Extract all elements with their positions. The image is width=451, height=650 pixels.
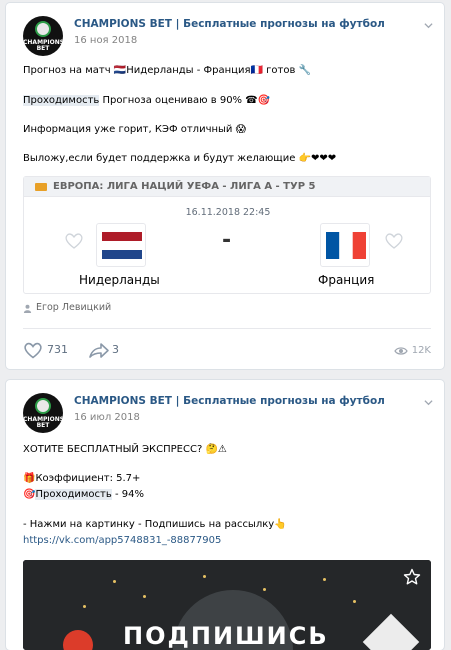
hashtag-highlight[interactable]: Проходимость [23,95,100,106]
text-segment: Прогноз на матч [23,65,114,76]
post-date[interactable]: 16 ноя 2018 [74,35,137,46]
firework-spark [203,575,206,578]
firework-spark [323,578,326,581]
ball-icon [35,21,51,37]
hashtag-highlight[interactable]: Проходимость [35,489,112,500]
post-text-line: ХОТИТЕ БЕСПЛАТНЫЙ ЭКСПРЕСС? 🤔⚠ [23,444,227,455]
user-icon [23,304,32,313]
post-text-line: 🎁Коэффициент: 5.7+ [23,473,140,484]
post-text-line: 🎯Проходимость - 94% [23,489,144,500]
firework-spark [113,580,116,583]
flag-nl-icon [102,232,142,259]
post-link[interactable]: https://vk.com/app5748831_-88877905 [23,535,221,546]
post-author-link[interactable]: CHAMPIONS BET | Бесплатные прогнозы на ф… [74,395,385,407]
target-icon: 🎯 [23,489,36,500]
signer-link[interactable]: Егор Левицкий [36,302,111,313]
text-segment: - 94% [111,489,144,500]
match-card[interactable]: ЕВРОПА: ЛИГА НАЦИЙ УЕФА - ЛИГА А - ТУР 5… [23,176,431,294]
banner-text: ПОДПИШИСЬ [123,622,329,650]
avatar[interactable]: CHAMPIONS BET [23,16,63,56]
avatar[interactable]: CHAMPIONS BET [23,393,63,433]
divider [23,328,431,329]
avatar-text: CHAMPIONS BET [23,39,63,52]
ball-icon [35,398,51,414]
score-separator: - [222,228,232,253]
chevron-down-icon[interactable] [424,21,433,30]
text-segment: ХОТИТЕ БЕСПЛАТНЫЙ ЭКСПРЕСС? [23,444,206,455]
post-image[interactable]: ПОДПИШИСЬ [23,560,431,650]
thinking-warning-icon: 🤔⚠ [205,444,227,455]
post-text-line: Информация уже горит, КЭФ отличный 😱 [23,124,246,135]
post-text-line: Выложу,если будет поддержка и будут жела… [23,153,336,164]
chevron-down-icon[interactable] [424,398,433,407]
text-segment: - Нажми на картинку - Подпишись на рассы… [23,519,275,530]
hearts-icon: 👉❤❤❤ [298,153,337,164]
text-segment: Нидерланды - Франция [126,65,251,76]
share-icon[interactable] [88,342,110,359]
post-card: CHAMPIONS BET CHAMPIONS BET | Бесплатные… [6,3,444,369]
scream-icon: 😱 [235,124,247,135]
home-flag [96,223,146,267]
text-segment: Прогноза оцениваю в 90% [99,95,246,106]
league-title: ЕВРОПА: ЛИГА НАЦИЙ УЕФА - ЛИГА А - ТУР 5 [53,181,316,192]
post-text-line: - Нажми на картинку - Подпишись на рассы… [23,519,287,530]
like-count[interactable]: 731 [47,343,68,356]
flag-fr-icon [326,232,366,259]
text-segment: Выложу,если будет поддержка и будут жела… [23,153,299,164]
eye-icon [394,347,408,355]
home-team-name: Нидерланды [79,273,160,287]
phone-target-icon: ☎🎯 [245,95,271,106]
post-card: CHAMPIONS BET CHAMPIONS BET | Бесплатные… [6,380,444,650]
text-segment: Информация уже горит, КЭФ отличный [23,124,236,135]
post-author-link[interactable]: CHAMPIONS BET | Бесплатные прогнозы на ф… [74,18,385,30]
firework-spark [143,595,146,598]
star-icon[interactable] [403,568,421,586]
post-text-line: Прогноз на матч 🇳🇱Нидерланды - Франция🇫🇷… [23,65,311,76]
firework-spark [353,600,356,603]
point-up-icon: 👆 [274,519,287,530]
away-flag [320,223,370,267]
heart-outline-icon[interactable] [384,232,404,250]
text-segment: Коэффициент: 5.7+ [35,473,141,484]
avatar-text: CHAMPIONS BET [23,416,63,429]
heart-outline-icon[interactable] [64,232,84,250]
text-segment: готов [262,65,296,76]
firework-spark [83,605,86,608]
tools-icon: 🔧 [298,65,311,76]
flag-nl-icon: 🇳🇱 [113,65,127,76]
post-date[interactable]: 16 июл 2018 [74,412,140,423]
firework-spark [263,588,266,591]
away-team-name: Франция [318,273,375,287]
views-count: 12K [411,345,431,356]
match-datetime: 16.11.2018 22:45 [185,207,271,218]
league-flag-icon [35,183,47,191]
match-card-header: ЕВРОПА: ЛИГА НАЦИЙ УЕФА - ЛИГА А - ТУР 5 [24,177,430,197]
post-text-line: Проходимость Прогноза оцениваю в 90% ☎🎯 [23,95,270,106]
gift-icon: 🎁 [23,473,36,484]
flag-fr-icon: 🇫🇷 [250,65,263,76]
like-icon[interactable] [23,342,43,359]
share-count[interactable]: 3 [112,343,119,356]
